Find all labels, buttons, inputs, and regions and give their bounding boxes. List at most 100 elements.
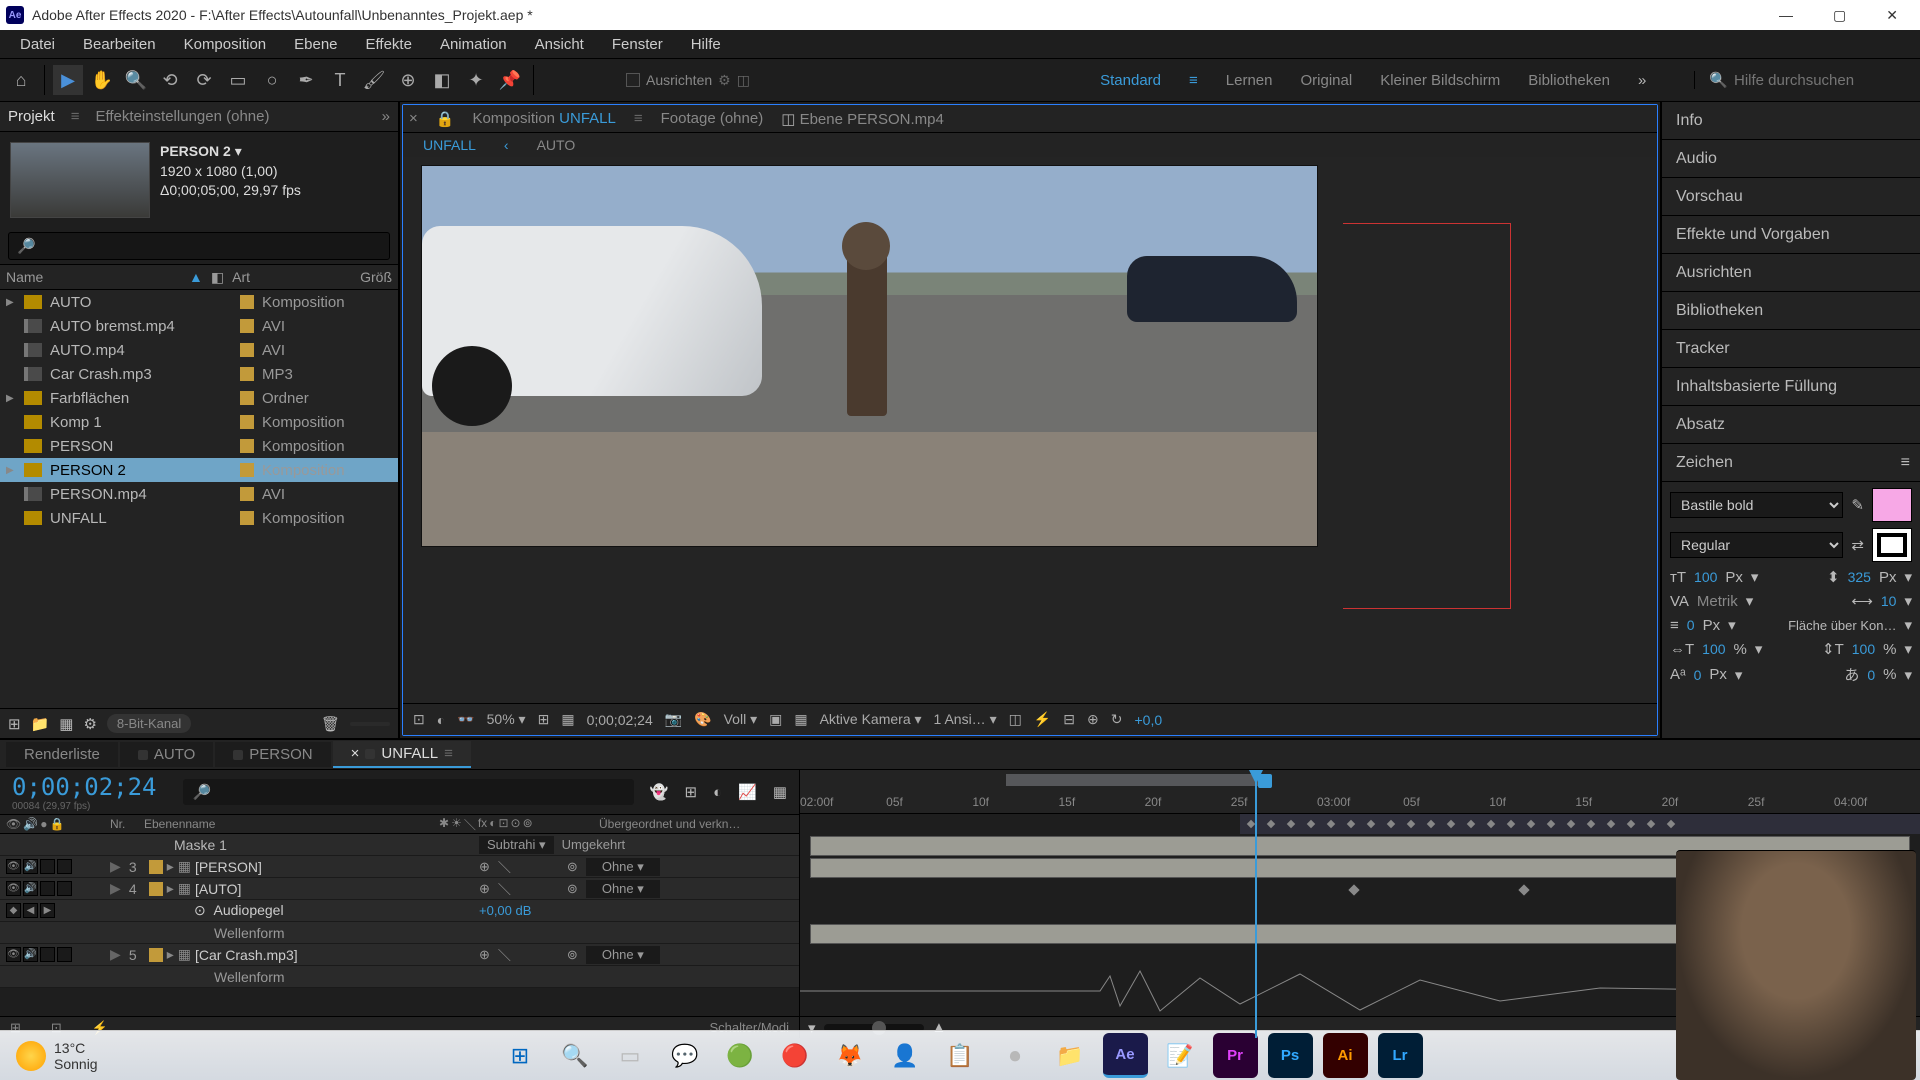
collapse-icon[interactable]: » [382, 108, 390, 125]
zoom-tool[interactable]: 🔍 [121, 65, 151, 95]
taskbar-app1[interactable]: 👤 [883, 1033, 928, 1078]
taskbar-illustrator[interactable]: Ai [1323, 1033, 1368, 1078]
brush-tool[interactable]: 🖌 [359, 65, 389, 95]
region-icon[interactable]: ▣ [769, 711, 782, 728]
project-item[interactable]: ▶PERSON 2Komposition [0, 458, 398, 482]
panel-menu-icon[interactable]: ≡ [1901, 454, 1910, 472]
taskbar-obs[interactable]: ⏺ [993, 1033, 1038, 1078]
workspace-bibliotheken[interactable]: Bibliotheken [1528, 72, 1610, 89]
frameblend-icon[interactable]: ⊞ [684, 783, 697, 801]
timeline-row[interactable]: Wellenform [0, 922, 799, 944]
kerning-value[interactable]: Metrik [1697, 593, 1738, 610]
baseline-value[interactable]: 0 [1694, 667, 1702, 683]
panel-absatz[interactable]: Absatz [1662, 406, 1920, 444]
time-ruler[interactable]: 02:00f05f10f15f20f25f03:00f05f10f15f20f2… [800, 770, 1920, 814]
col-nr[interactable]: Nr. [110, 817, 144, 831]
timeline-row[interactable]: ◆◀▶⊙ Audiopegel+0,00 dB [0, 900, 799, 922]
panel-info[interactable]: Info [1662, 102, 1920, 140]
zoom-dropdown[interactable]: 50% ▾ [487, 711, 526, 728]
timeline-icon[interactable]: ⊟ [1063, 711, 1075, 728]
fast-preview-icon[interactable]: ⚡ [1034, 711, 1051, 728]
tab-menu-icon[interactable]: ≡ [71, 108, 80, 125]
solo-col-icon[interactable]: ● [40, 817, 47, 831]
workspace-standard[interactable]: Standard [1100, 72, 1161, 89]
panel-zeichen[interactable]: Zeichen ≡ [1662, 444, 1920, 482]
workspace-lernen[interactable]: Lernen [1226, 72, 1273, 89]
color-icon[interactable]: 🎨 [694, 711, 711, 728]
work-area-end-handle[interactable] [1258, 774, 1272, 788]
views-dropdown[interactable]: 1 Ansi… ▾ [934, 711, 997, 728]
keyframe[interactable] [1518, 884, 1529, 895]
menu-effekte[interactable]: Effekte [354, 34, 424, 55]
col-type[interactable]: Art [232, 269, 352, 285]
close-tab-icon[interactable]: × [409, 110, 418, 127]
interpret-icon[interactable]: ⊞ [8, 715, 21, 733]
tab-unfall[interactable]: ×UNFALL≡ [333, 741, 471, 768]
timeline-search[interactable]: 🔎 [183, 779, 634, 805]
pixel-icon[interactable]: ◫ [1009, 711, 1022, 728]
panel-inhaltsbasierte[interactable]: Inhaltsbasierte Füllung [1662, 368, 1920, 406]
snap-more-icon[interactable]: ◫ [737, 72, 750, 89]
project-item[interactable]: PERSON.mp4AVI [0, 482, 398, 506]
resolution-dropdown[interactable]: Voll ▾ [724, 711, 758, 728]
selection-tool[interactable]: ▶ [53, 65, 83, 95]
comp-tab-menu-icon[interactable]: ≡ [634, 110, 643, 127]
type-tool[interactable]: T [325, 65, 355, 95]
taskbar-teams[interactable]: 💬 [663, 1033, 708, 1078]
menu-ebene[interactable]: Ebene [282, 34, 349, 55]
col-label-icon[interactable]: ◧ [211, 269, 224, 286]
taskbar-whatsapp[interactable]: 🟢 [718, 1033, 763, 1078]
col-name[interactable]: Name [6, 269, 181, 285]
timeline-row[interactable]: Wellenform [0, 966, 799, 988]
taskbar-notepad[interactable]: 📝 [1158, 1033, 1203, 1078]
mask-kf-row[interactable]: document.write(Array.from({length:22},()… [1240, 814, 1920, 834]
rotate-tool[interactable]: ⟳ [189, 65, 219, 95]
snapshot-icon[interactable]: 📷 [665, 711, 682, 728]
project-tab[interactable]: Projekt [8, 108, 55, 125]
eraser-tool[interactable]: ◧ [427, 65, 457, 95]
tc-display[interactable]: 0;00;02;24 [587, 712, 653, 728]
orbit-tool[interactable]: ⟲ [155, 65, 185, 95]
exposure-value[interactable]: +0,0 [1134, 712, 1162, 728]
pen-tool[interactable]: ✒ [291, 65, 321, 95]
project-item[interactable]: ▶AUTOKomposition [0, 290, 398, 314]
panel-effekte[interactable]: Effekte und Vorgaben [1662, 216, 1920, 254]
trash-icon[interactable]: 🗑 [321, 715, 340, 733]
project-item[interactable]: ▶FarbflächenOrdner [0, 386, 398, 410]
stroke-width-value[interactable]: 0 [1687, 617, 1695, 633]
timeline-row[interactable]: 👁🔊▶3▸ ▦[PERSON]⊕＼⊚Ohne ▾ [0, 856, 799, 878]
clone-tool[interactable]: ⊕ [393, 65, 423, 95]
taskbar-opera[interactable]: 🔴 [773, 1033, 818, 1078]
footage-tab[interactable]: Footage (ohne) [661, 110, 764, 127]
panel-vorschau[interactable]: Vorschau [1662, 178, 1920, 216]
minimize-button[interactable]: — [1771, 7, 1801, 24]
panel-audio[interactable]: Audio [1662, 140, 1920, 178]
transparency-icon[interactable]: ▦ [794, 711, 807, 728]
work-area-bar[interactable] [1006, 774, 1264, 786]
draft3d-icon[interactable]: ▦ [773, 783, 787, 801]
project-item[interactable]: AUTO bremst.mp4AVI [0, 314, 398, 338]
panel-tracker[interactable]: Tracker [1662, 330, 1920, 368]
res-icon[interactable]: ⊞ [538, 711, 550, 728]
project-item[interactable]: Komp 1Komposition [0, 410, 398, 434]
timeline-row[interactable]: 👁🔊▶4▸ ▦[AUTO]⊕＼⊚Ohne ▾ [0, 878, 799, 900]
timeline-row[interactable]: 👁🔊▶5▸ ▦[Car Crash.mp3]⊕＼⊚Ohne ▾ [0, 944, 799, 966]
shy-icon[interactable]: 👻 [650, 783, 669, 801]
eye-col-icon[interactable]: 👁 [6, 817, 21, 831]
workspace-original[interactable]: Original [1301, 72, 1353, 89]
taskbar-lightroom[interactable]: Lr [1378, 1033, 1423, 1078]
maximize-button[interactable]: ▢ [1825, 7, 1854, 24]
current-timecode[interactable]: 0;00;02;24 [12, 773, 157, 801]
tracking-value[interactable]: 10 [1881, 593, 1897, 609]
weather-icon[interactable] [16, 1041, 46, 1071]
hscale-value[interactable]: 100 [1702, 641, 1725, 657]
font-style-dropdown[interactable]: Regular [1670, 532, 1843, 558]
mask-icon[interactable]: 👓 [457, 711, 474, 728]
new-comp-icon[interactable]: ▦ [59, 715, 73, 733]
project-item[interactable]: Car Crash.mp3MP3 [0, 362, 398, 386]
effect-controls-tab[interactable]: Effekteinstellungen (ohne) [95, 108, 269, 125]
camera-dropdown[interactable]: Aktive Kamera ▾ [820, 711, 922, 728]
taskbar-firefox[interactable]: 🦊 [828, 1033, 873, 1078]
col-size[interactable]: Größ [360, 269, 392, 285]
breadcrumb-auto[interactable]: AUTO [537, 137, 576, 153]
